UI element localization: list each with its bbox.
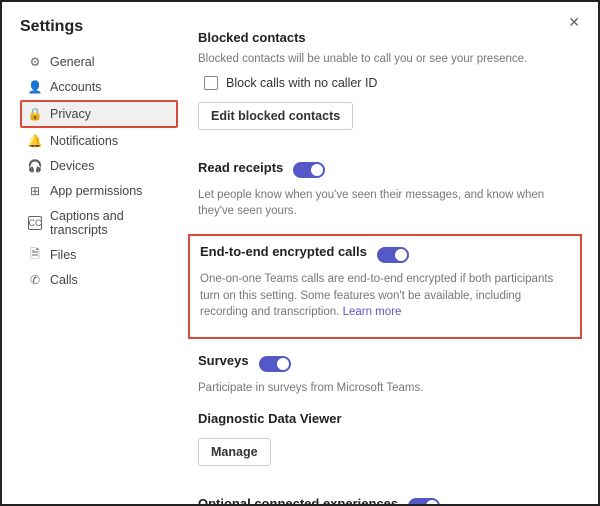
sidebar-item-label: Files: [50, 248, 76, 262]
phone-icon: ✆: [28, 273, 42, 287]
checkbox-label: Block calls with no caller ID: [226, 76, 377, 90]
surveys-toggle[interactable]: [259, 356, 291, 372]
read-receipts-toggle[interactable]: [293, 162, 325, 178]
section-desc: One-on-one Teams calls are end-to-end en…: [200, 271, 570, 321]
sidebar-item-label: Devices: [50, 159, 94, 173]
sidebar: Settings ⚙ General 👤 Accounts 🔒 Privacy …: [20, 16, 178, 504]
checkbox-icon[interactable]: [204, 76, 218, 90]
section-desc: Let people know when you've seen their m…: [198, 187, 576, 220]
optional-experiences-toggle[interactable]: [408, 498, 440, 504]
sidebar-item-accounts[interactable]: 👤 Accounts: [20, 75, 178, 99]
grid-icon: ⊞: [28, 184, 42, 198]
section-title: Read receipts: [198, 160, 283, 175]
section-diagnostic: Diagnostic Data Viewer Manage: [198, 411, 576, 482]
manage-button[interactable]: Manage: [198, 438, 271, 466]
sidebar-item-label: App permissions: [50, 184, 142, 198]
sidebar-item-label: Privacy: [50, 107, 91, 121]
section-desc: Participate in surveys from Microsoft Te…: [198, 380, 576, 397]
close-icon[interactable]: ✕: [564, 10, 584, 35]
gear-icon: ⚙: [28, 55, 42, 69]
sidebar-item-privacy[interactable]: 🔒 Privacy: [20, 100, 178, 128]
sidebar-item-label: Notifications: [50, 134, 118, 148]
block-no-caller-id-row[interactable]: Block calls with no caller ID: [204, 76, 576, 90]
section-blocked-contacts: Blocked contacts Blocked contacts will b…: [198, 30, 576, 146]
sidebar-item-notifications[interactable]: 🔔 Notifications: [20, 129, 178, 153]
section-title: End-to-end encrypted calls: [200, 244, 367, 259]
sidebar-item-captions[interactable]: CC Captions and transcripts: [20, 204, 178, 242]
sidebar-item-label: General: [50, 55, 94, 69]
section-desc: Blocked contacts will be unable to call …: [198, 51, 576, 68]
section-title: Diagnostic Data Viewer: [198, 411, 576, 426]
sidebar-item-label: Captions and transcripts: [50, 209, 172, 237]
bell-icon: 🔔: [28, 134, 42, 148]
file-icon: 🗎: [28, 248, 42, 262]
headset-icon: 🎧: [28, 159, 42, 173]
section-read-receipts: Read receipts Let people know when you'v…: [198, 160, 576, 220]
sidebar-item-files[interactable]: 🗎 Files: [20, 243, 178, 267]
sidebar-item-general[interactable]: ⚙ General: [20, 50, 178, 74]
sidebar-item-label: Accounts: [50, 80, 101, 94]
sidebar-item-label: Calls: [50, 273, 78, 287]
page-title: Settings: [20, 18, 178, 36]
e2e-encrypted-calls-toggle[interactable]: [377, 247, 409, 263]
highlight-e2e: End-to-end encrypted calls One-on-one Te…: [188, 234, 582, 339]
sidebar-item-app-permissions[interactable]: ⊞ App permissions: [20, 179, 178, 203]
section-optional-experiences: Optional connected experiences Enhance y…: [198, 496, 576, 504]
edit-blocked-contacts-button[interactable]: Edit blocked contacts: [198, 102, 353, 130]
section-surveys: Surveys Participate in surveys from Micr…: [198, 353, 576, 397]
section-title: Blocked contacts: [198, 30, 576, 45]
section-title: Surveys: [198, 353, 249, 368]
learn-more-link[interactable]: Learn more: [343, 306, 402, 318]
content-panel: Blocked contacts Blocked contacts will b…: [178, 16, 582, 504]
cc-icon: CC: [28, 216, 42, 230]
section-title: Optional connected experiences: [198, 496, 398, 504]
lock-icon: 🔒: [28, 107, 42, 121]
sidebar-item-calls[interactable]: ✆ Calls: [20, 268, 178, 292]
sidebar-item-devices[interactable]: 🎧 Devices: [20, 154, 178, 178]
person-card-icon: 👤: [28, 80, 42, 94]
